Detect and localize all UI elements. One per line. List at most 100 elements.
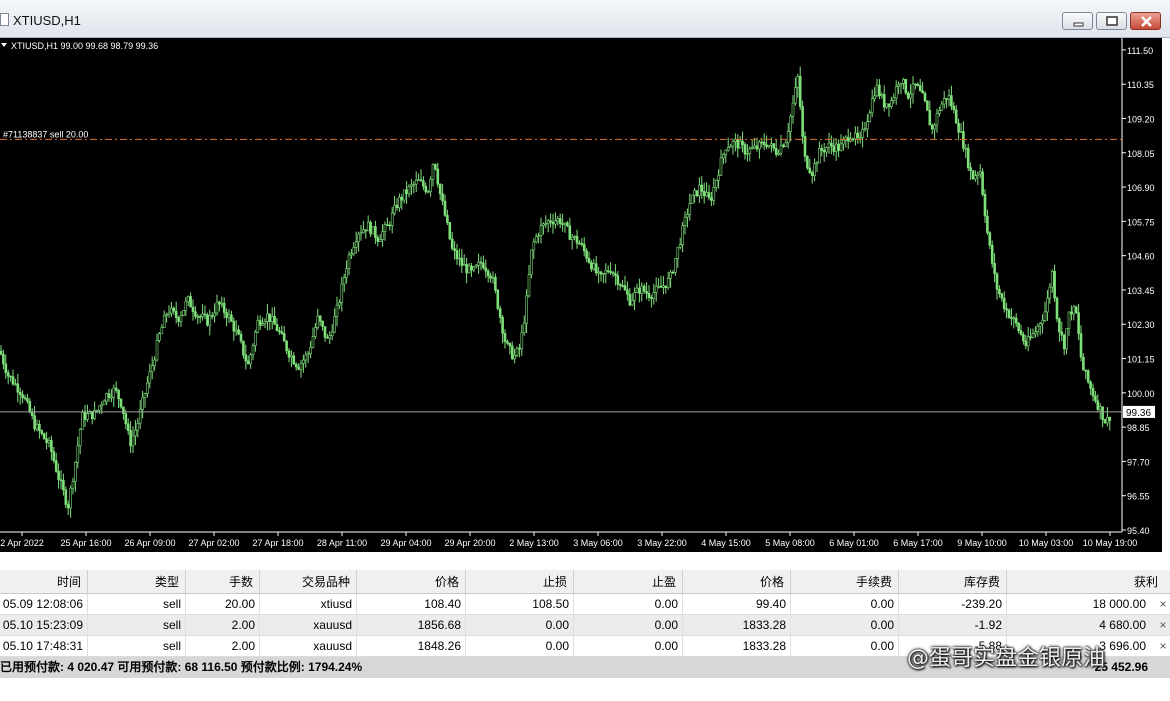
candle-body [820, 148, 824, 151]
candle-body [822, 150, 826, 153]
candle-body [177, 317, 180, 322]
candle-body [1002, 297, 1006, 309]
candle-body [638, 287, 641, 294]
price-tick-label: 109.20 [1127, 114, 1155, 124]
candle-body [527, 274, 531, 297]
candle-body [362, 229, 365, 234]
candle-body [546, 220, 550, 224]
col-header-open-price[interactable]: 价格 [357, 570, 466, 593]
candle-body [338, 302, 341, 306]
candle-body [921, 90, 924, 94]
candle-body [688, 203, 692, 215]
restore-button[interactable] [1096, 12, 1127, 30]
price-tick-label: 95.40 [1127, 526, 1150, 536]
candle-body [971, 170, 975, 180]
close-button[interactable] [1130, 12, 1161, 30]
col-header-swap[interactable]: 库存费 [899, 570, 1007, 593]
candle-body [126, 423, 130, 431]
price-tick-label: 98.85 [1127, 423, 1150, 433]
candle-body [71, 481, 75, 489]
col-header-type[interactable]: 类型 [88, 570, 186, 593]
candle-body [28, 401, 32, 413]
col-header-commission[interactable]: 手续费 [791, 570, 899, 593]
candle-body [770, 143, 773, 146]
col-header-profit[interactable]: 获利 [1007, 570, 1170, 593]
candle-body [930, 124, 934, 130]
candle-body [1019, 330, 1023, 335]
candle-body [66, 504, 70, 509]
col-header-current-price[interactable]: 价格 [683, 570, 791, 593]
chart-background [0, 38, 1162, 552]
table-row[interactable]: 05.09 12:08:06 sell 20.00 xtiusd 108.40 … [0, 594, 1170, 615]
candle-body [779, 144, 783, 154]
candle-body [330, 331, 334, 337]
candle-body [875, 84, 879, 97]
chart-window-icon [0, 13, 9, 26]
candle-body [736, 139, 740, 149]
cell-stop-loss[interactable]: 0.00 [466, 615, 574, 635]
price-chart[interactable]: 111.50 110.35 109.20 108.05 106.90 105.75 104.… [0, 38, 1170, 553]
candle-body [222, 302, 226, 313]
candle-body [162, 315, 166, 328]
col-header-stop-loss[interactable]: 止损 [466, 570, 574, 593]
window-titlebar[interactable]: XTIUSD,H1 [0, 0, 1170, 38]
cell-profit: 4 680.00 [1099, 618, 1146, 632]
candle-body [1074, 306, 1078, 313]
col-header-take-profit[interactable]: 止盈 [574, 570, 683, 593]
candle-body [830, 142, 833, 147]
candle-body [983, 194, 987, 217]
candle-body [261, 323, 264, 326]
candle-body [926, 100, 929, 111]
candle-body [167, 312, 171, 316]
cell-take-profit[interactable]: 0.00 [574, 594, 683, 614]
price-tick-label: 110.35 [1127, 80, 1154, 90]
cell-stop-loss[interactable]: 0.00 [466, 636, 574, 656]
candle-body [882, 93, 886, 108]
table-header: 时间 类型 手数 交易品种 价格 止损 止盈 价格 手续费 库存费 获利 [0, 570, 1170, 594]
minimize-button[interactable] [1062, 12, 1093, 30]
candle-body [26, 398, 29, 402]
candle-body [165, 314, 168, 317]
candle-body [400, 196, 404, 201]
candle-body [172, 307, 176, 312]
close-position-icon[interactable]: × [1158, 636, 1168, 657]
candle-body [50, 440, 53, 452]
close-position-icon[interactable]: × [1158, 615, 1168, 636]
candle-body [230, 314, 233, 322]
time-tick-label: 4 May 15:00 [701, 538, 751, 548]
candle-body [674, 258, 677, 273]
candle-body [837, 143, 840, 151]
candle-body [306, 353, 310, 356]
cell-symbol: xauusd [260, 636, 357, 656]
candle-body [1005, 308, 1008, 311]
candle-body [990, 245, 994, 264]
col-header-symbol[interactable]: 交易品种 [260, 570, 357, 593]
time-tick-label: 10 May 03:00 [1019, 538, 1074, 548]
cell-take-profit[interactable]: 0.00 [574, 615, 683, 635]
cell-take-profit[interactable]: 0.00 [574, 636, 683, 656]
candle-body [1072, 306, 1076, 315]
candle-body [794, 87, 797, 104]
candle-body [558, 218, 562, 224]
candle-body [669, 272, 672, 279]
close-position-icon[interactable]: × [1158, 594, 1168, 615]
candle-body [78, 428, 82, 447]
table-row[interactable]: 05.10 15:23:09 sell 2.00 xauusd 1856.68 … [0, 615, 1170, 636]
candle-body [1007, 309, 1011, 318]
candle-body [314, 327, 317, 337]
col-header-time[interactable]: 时间 [0, 570, 88, 593]
candle-body [976, 173, 980, 176]
candle-body [635, 287, 639, 293]
candle-body [347, 254, 351, 269]
time-tick-label: 27 Apr 18:00 [252, 538, 303, 548]
chart-area[interactable]: 111.50 110.35 109.20 108.05 106.90 105.75 104.… [0, 38, 1170, 553]
candle-body [302, 359, 305, 364]
cell-stop-loss[interactable]: 108.50 [466, 594, 574, 614]
candle-body [102, 400, 106, 405]
candle-body [719, 157, 723, 176]
candle-body [150, 365, 154, 373]
candle-body [155, 340, 159, 361]
candle-body [750, 147, 754, 149]
col-header-volume[interactable]: 手数 [186, 570, 260, 593]
candle-body [405, 189, 408, 194]
